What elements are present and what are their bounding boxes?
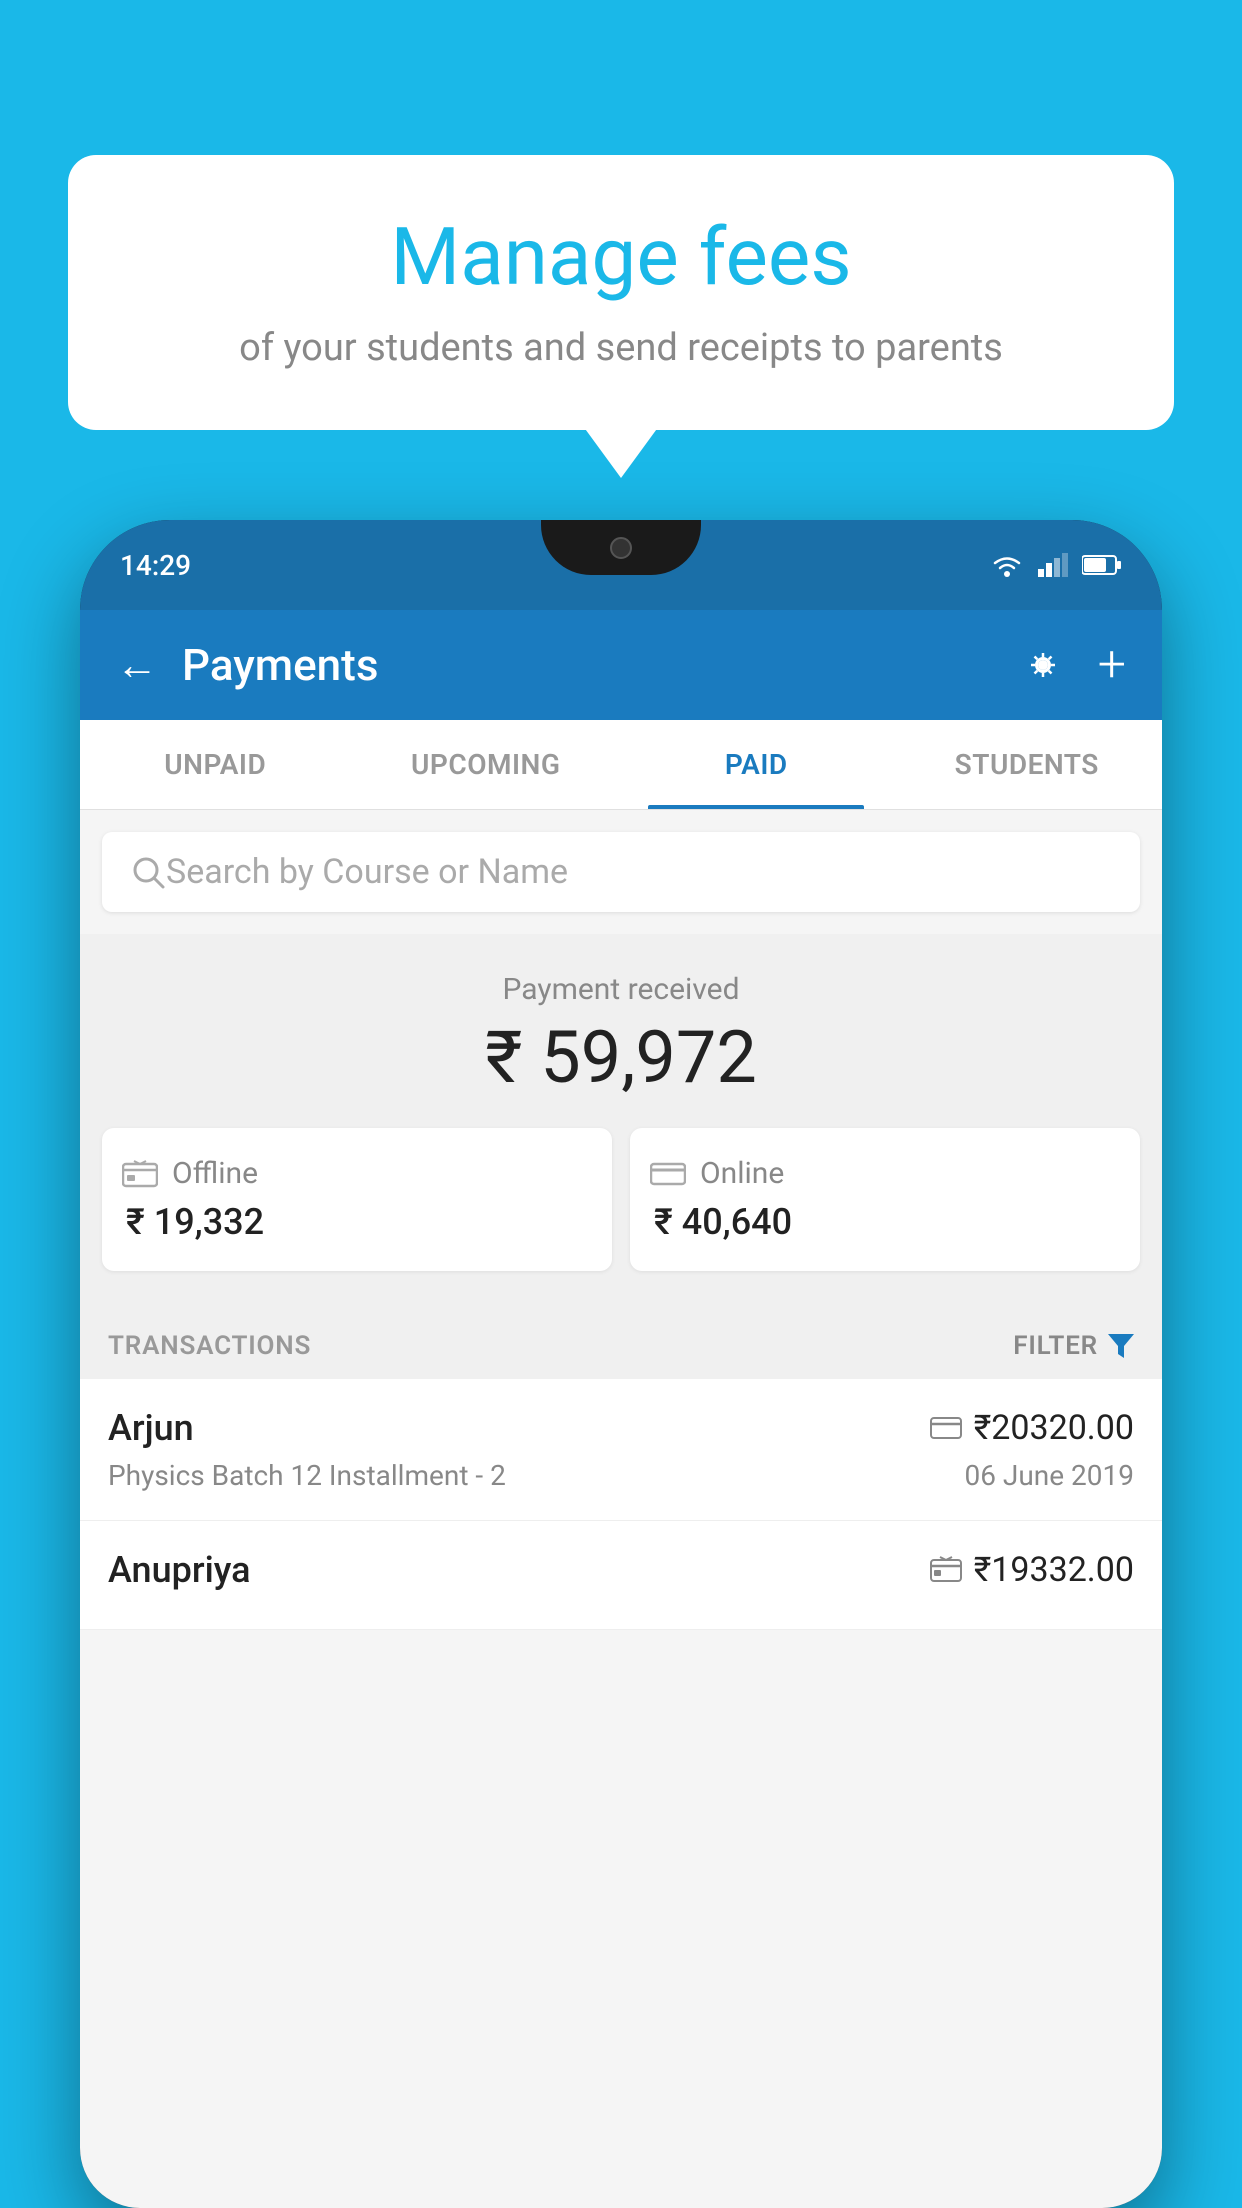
battery-icon <box>1082 554 1122 576</box>
transaction-bottom: Physics Batch 12 Installment - 2 06 June… <box>108 1459 1134 1492</box>
online-card-header: Online <box>650 1156 784 1191</box>
search-bar[interactable]: Search by Course or Name <box>102 832 1140 912</box>
amount-value: ₹20320.00 <box>974 1408 1134 1448</box>
signal-icon <box>1038 553 1068 577</box>
payment-total-amount: ₹ 59,972 <box>102 1015 1140 1100</box>
amount-value: ₹19332.00 <box>974 1550 1134 1590</box>
transactions-label: TRANSACTIONS <box>108 1331 311 1361</box>
phone-mockup: 14:29 <box>80 520 1162 2208</box>
online-label: Online <box>700 1156 784 1191</box>
main-content: Search by Course or Name Payment receive… <box>80 810 1162 2208</box>
offline-amount: ₹ 19,332 <box>122 1201 264 1243</box>
camera-dot <box>610 537 632 559</box>
offline-label: Offline <box>172 1156 258 1191</box>
online-card: Online ₹ 40,640 <box>630 1128 1140 1271</box>
offline-payment-icon <box>122 1160 158 1188</box>
transaction-date: 06 June 2019 <box>964 1459 1134 1492</box>
speech-bubble-container: Manage fees of your students and send re… <box>68 155 1174 430</box>
status-icons <box>990 552 1122 578</box>
bubble-title: Manage fees <box>128 210 1114 304</box>
transactions-header: TRANSACTIONS FILTER <box>80 1299 1162 1379</box>
filter-label: FILTER <box>1013 1331 1098 1361</box>
offline-card-header: Offline <box>122 1156 258 1191</box>
payment-received-label: Payment received <box>102 972 1140 1007</box>
phone-container: 14:29 <box>80 520 1162 2208</box>
online-amount: ₹ 40,640 <box>650 1201 792 1243</box>
transaction-row[interactable]: Anupriya ₹19332.00 <box>80 1521 1162 1630</box>
tab-students[interactable]: STUDENTS <box>892 720 1163 809</box>
tab-paid[interactable]: PAID <box>621 720 892 809</box>
search-icon <box>130 854 166 890</box>
filter-icon <box>1108 1334 1134 1358</box>
app-bar-actions: + <box>1020 636 1126 694</box>
offline-card: Offline ₹ 19,332 <box>102 1128 612 1271</box>
payment-cards: Offline ₹ 19,332 Online <box>102 1128 1140 1271</box>
payment-received-section: Payment received ₹ 59,972 <box>80 934 1162 1299</box>
offline-payment-icon <box>930 1556 962 1584</box>
tab-unpaid[interactable]: UNPAID <box>80 720 351 809</box>
student-name: Arjun <box>108 1407 194 1449</box>
tabs-bar: UNPAID UPCOMING PAID STUDENTS <box>80 720 1162 810</box>
tab-upcoming[interactable]: UPCOMING <box>351 720 622 809</box>
transaction-amount: ₹20320.00 <box>930 1408 1134 1448</box>
transaction-row[interactable]: Arjun ₹20320.00 Physics Batch 12 Install… <box>80 1379 1162 1521</box>
transaction-top: Arjun ₹20320.00 <box>108 1407 1134 1449</box>
wifi-icon <box>990 552 1024 578</box>
phone-notch <box>541 520 701 575</box>
app-bar: ← Payments <box>80 610 1162 720</box>
course-info: Physics Batch 12 Installment - 2 <box>108 1459 506 1492</box>
filter-button[interactable]: FILTER <box>1013 1331 1134 1361</box>
transaction-top: Anupriya ₹19332.00 <box>108 1549 1134 1591</box>
student-name: Anupriya <box>108 1549 251 1591</box>
back-button[interactable]: ← <box>116 641 158 690</box>
gear-icon[interactable] <box>1020 642 1066 688</box>
app-bar-title: Payments <box>182 639 996 691</box>
phone-screen: 14:29 <box>80 520 1162 2208</box>
online-payment-icon <box>650 1161 686 1187</box>
transaction-amount: ₹19332.00 <box>930 1550 1134 1590</box>
bubble-subtitle: of your students and send receipts to pa… <box>128 326 1114 370</box>
card-payment-icon <box>930 1416 962 1440</box>
add-button[interactable]: + <box>1098 636 1126 694</box>
status-time: 14:29 <box>120 549 191 582</box>
speech-bubble: Manage fees of your students and send re… <box>68 155 1174 430</box>
search-placeholder: Search by Course or Name <box>166 852 568 892</box>
